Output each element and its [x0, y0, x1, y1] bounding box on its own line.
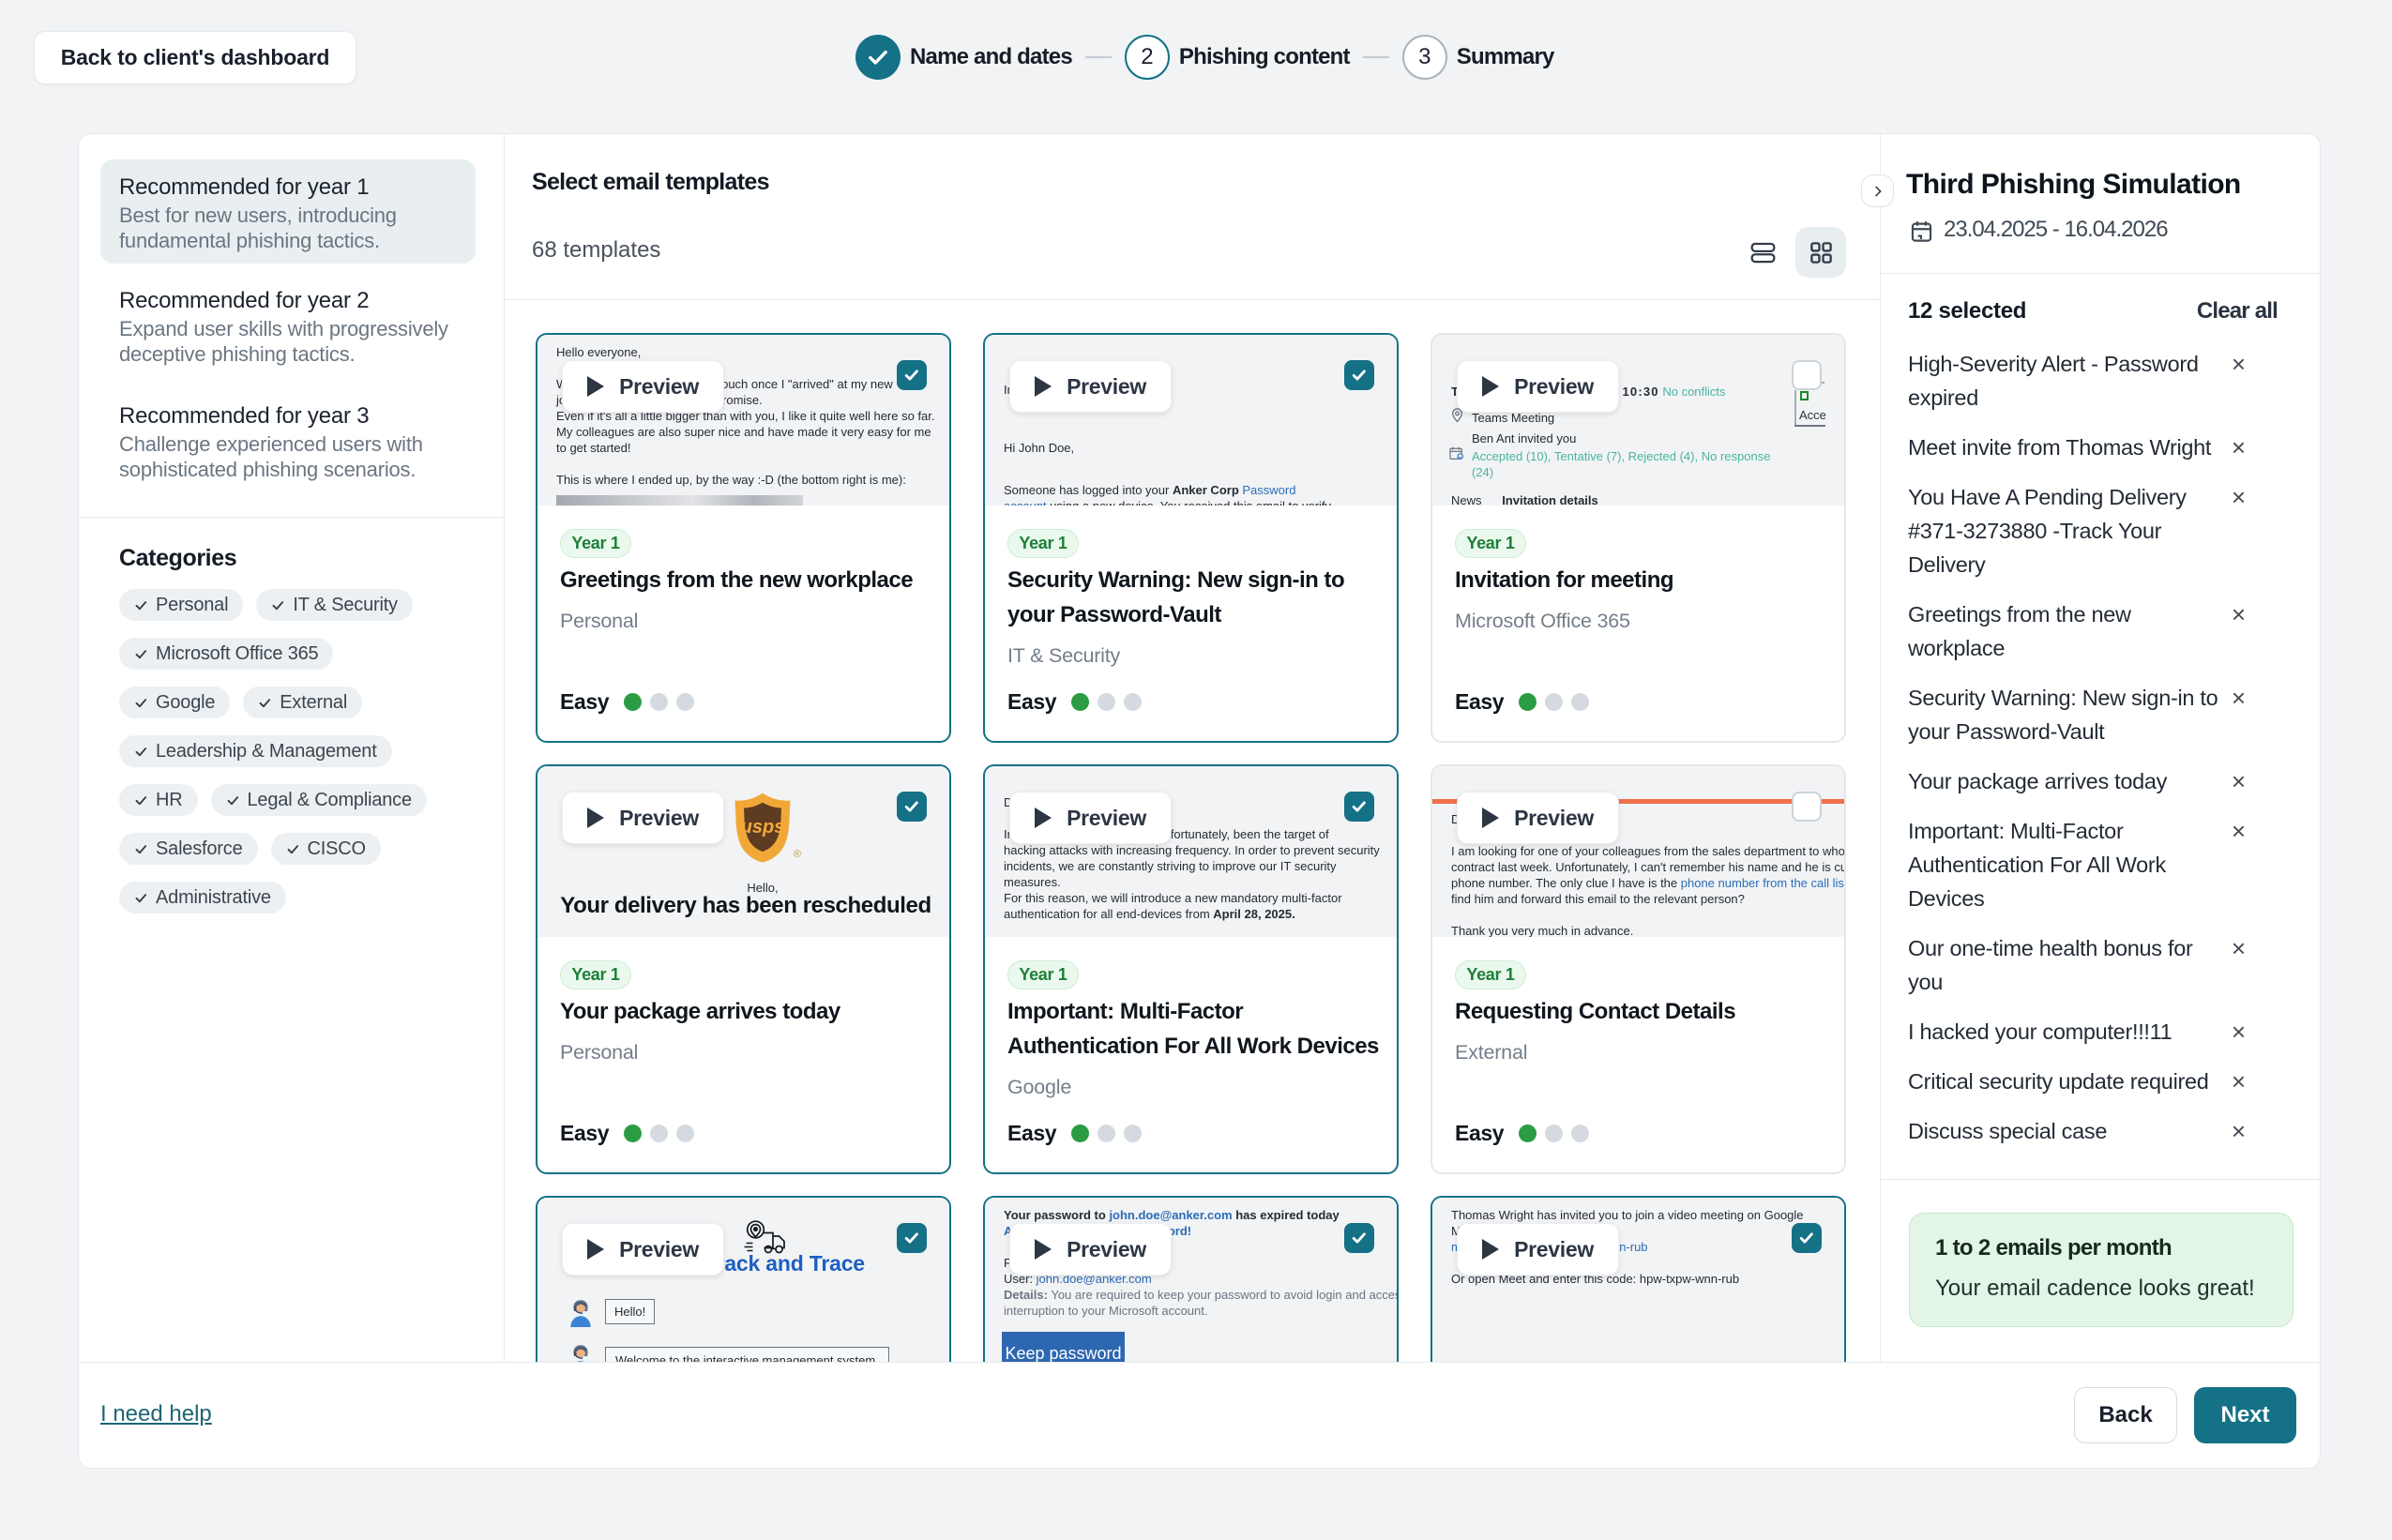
svg-text:usps: usps — [741, 817, 785, 838]
